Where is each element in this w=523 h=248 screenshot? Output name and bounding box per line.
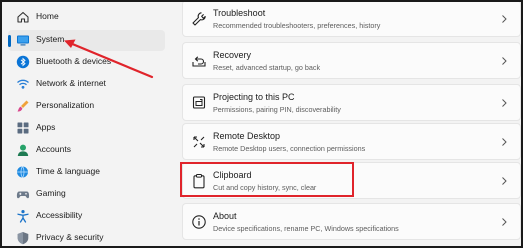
sidebar-item-label: Accounts	[36, 144, 71, 154]
sidebar-item-privacy-security[interactable]: Privacy & security	[8, 228, 165, 246]
recovery-icon	[192, 56, 206, 67]
sidebar-item-apps[interactable]: Apps	[8, 118, 165, 139]
remote-desktop-card[interactable]: Remote Desktop Remote Desktop users, con…	[182, 123, 521, 160]
clipboard-card[interactable]: Clipboard Cut and copy history, sync, cl…	[182, 162, 521, 199]
accessibility-icon	[17, 210, 29, 223]
monitor-icon	[17, 35, 29, 46]
sidebar-item-label: Time & language	[36, 166, 100, 176]
shield-icon	[17, 232, 29, 245]
sidebar-item-personalization[interactable]: Personalization	[8, 96, 165, 117]
clipboard-icon	[193, 174, 205, 189]
chevron-right-icon	[502, 218, 507, 226]
troubleshoot-card[interactable]: Troubleshoot Recommended troubleshooters…	[182, 2, 521, 37]
chevron-right-icon	[502, 177, 507, 185]
remote-desktop-icon	[193, 136, 205, 148]
sidebar-item-home[interactable]: Home	[8, 7, 165, 28]
sidebar-item-label: Personalization	[36, 100, 95, 110]
globe-clock-icon	[17, 166, 28, 178]
chevron-right-icon	[502, 138, 507, 146]
settings-window: Home System Bluetooth & devices Network …	[0, 0, 523, 248]
about-card[interactable]: About Device specifications, rename PC, …	[182, 203, 521, 240]
card-title: Remote Desktop	[213, 131, 281, 141]
bluetooth-icon	[16, 55, 30, 69]
wrench-icon	[192, 12, 206, 26]
sidebar-item-gaming[interactable]: Gaming	[8, 184, 165, 205]
sidebar-item-bluetooth[interactable]: Bluetooth & devices	[8, 52, 165, 73]
chevron-right-icon	[502, 57, 507, 65]
card-description: Device specifications, rename PC, Window…	[213, 224, 399, 233]
chevron-right-icon	[502, 99, 507, 107]
selection-indicator	[8, 35, 11, 47]
recovery-card[interactable]: Recovery Reset, advanced startup, go bac…	[182, 42, 521, 79]
card-title: Projecting to this PC	[213, 92, 295, 102]
sidebar-item-label: Network & internet	[36, 78, 106, 88]
person-icon	[17, 144, 29, 156]
card-title: Recovery	[213, 50, 252, 60]
card-description: Remote Desktop users, connection permiss…	[213, 144, 366, 153]
sidebar-item-accessibility[interactable]: Accessibility	[8, 206, 165, 227]
card-description: Reset, advanced startup, go back	[213, 63, 321, 72]
card-title: Troubleshoot	[213, 8, 266, 18]
home-icon	[17, 11, 29, 23]
sidebar-item-label: System	[36, 34, 65, 44]
sidebar-item-accounts[interactable]: Accounts	[8, 140, 165, 161]
sidebar-item-network[interactable]: Network & internet	[8, 74, 165, 95]
sidebar: Home System Bluetooth & devices Network …	[4, 2, 174, 246]
chevron-right-icon	[502, 15, 507, 23]
sidebar-item-system[interactable]: System	[8, 30, 165, 51]
card-title: About	[213, 211, 237, 221]
sidebar-item-label: Apps	[36, 122, 56, 132]
card-title: Clipboard	[213, 170, 252, 180]
projecting-card[interactable]: Projecting to this PC Permissions, pairi…	[182, 84, 521, 121]
card-description: Recommended troubleshooters, preferences…	[213, 21, 381, 30]
sidebar-item-label: Home	[36, 11, 59, 21]
sidebar-item-label: Bluetooth & devices	[36, 56, 112, 66]
sidebar-item-label: Accessibility	[36, 210, 83, 220]
sidebar-item-time-language[interactable]: Time & language	[8, 162, 165, 183]
sidebar-item-label: Gaming	[36, 188, 66, 198]
info-icon	[192, 215, 206, 229]
projector-icon	[192, 96, 206, 109]
system-settings-list: Troubleshoot Recommended troubleshooters…	[182, 2, 521, 246]
sidebar-item-label: Privacy & security	[36, 232, 104, 242]
card-description: Cut and copy history, sync, clear	[213, 183, 317, 192]
gamepad-icon	[16, 191, 30, 199]
card-description: Permissions, pairing PIN, discoverabilit…	[213, 105, 341, 114]
network-icon	[17, 79, 29, 89]
apps-icon	[17, 122, 29, 134]
brush-icon	[17, 100, 29, 112]
